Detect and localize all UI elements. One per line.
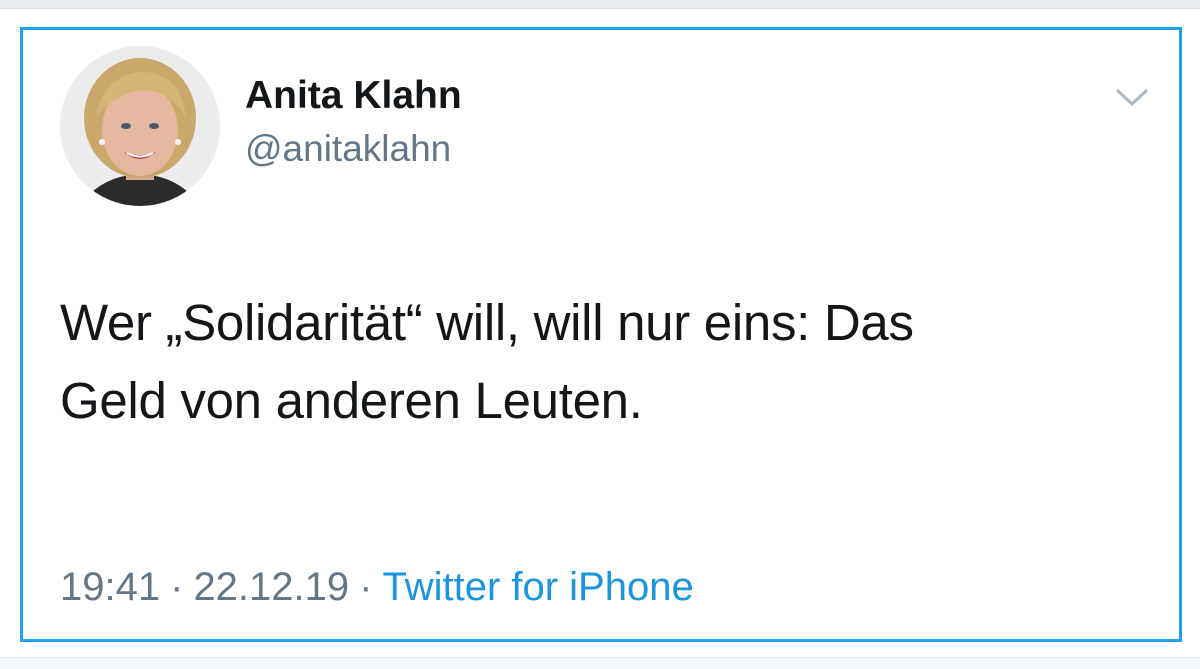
bottom-divider: [0, 657, 1200, 669]
meta-separator: ·: [359, 565, 373, 609]
tweet-meta: 19:41 · 22.12.19 · Twitter for iPhone: [60, 565, 694, 610]
author-display-name[interactable]: Anita Klahn: [245, 74, 462, 118]
chevron-down-icon[interactable]: [1115, 86, 1149, 108]
author-handle[interactable]: @anitaklahn: [245, 128, 451, 170]
avatar-photo: [60, 46, 220, 206]
tweet-text: Wer „Solidarität“ will, will nur eins: D…: [60, 284, 1150, 440]
tweet-source-link[interactable]: Twitter for iPhone: [382, 565, 693, 609]
tweet-text-line: Wer „Solidarität“ will, will nur eins: D…: [60, 294, 914, 351]
tweet-text-line: Geld von anderen Leuten.: [60, 372, 643, 429]
tweet-time[interactable]: 19:41: [60, 565, 160, 609]
tweet-date[interactable]: 22.12.19: [193, 565, 349, 609]
meta-separator: ·: [170, 565, 184, 609]
top-divider: [0, 0, 1200, 9]
avatar[interactable]: [60, 46, 220, 206]
tweet-card: Anita Klahn @anitaklahn Wer „Solidarität…: [20, 27, 1182, 642]
